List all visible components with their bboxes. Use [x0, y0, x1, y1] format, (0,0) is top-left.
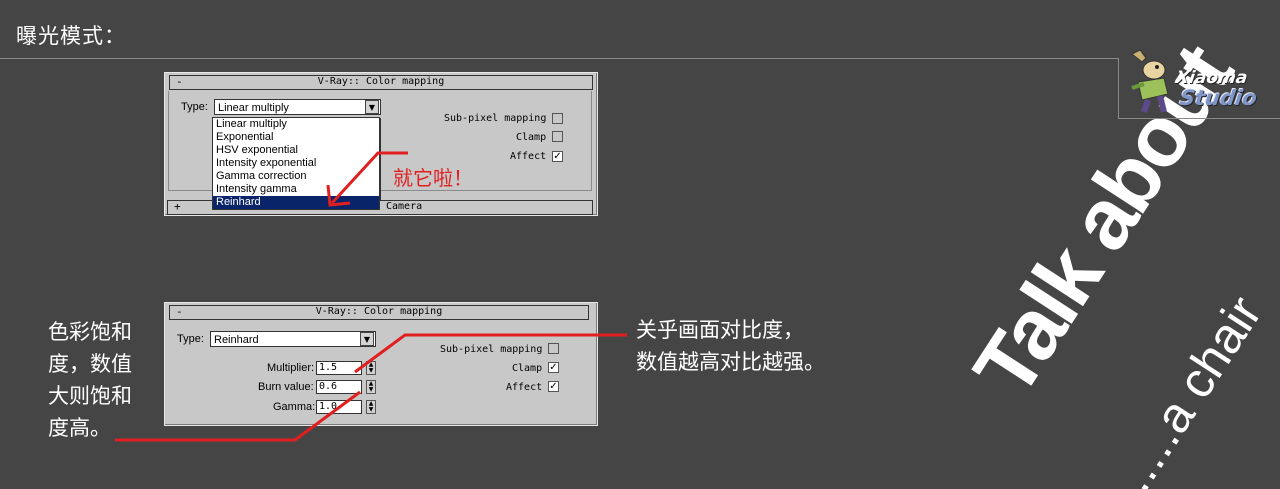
note-saturation-line: 大则饱和 [48, 384, 132, 408]
note-contrast-line: 数值越高对比越强。 [636, 350, 825, 374]
note-saturation-line: 度高。 [48, 416, 111, 440]
note-contrast: 关乎画面对比度， 数值越高对比越强。 [636, 314, 825, 378]
saturation-pointer-line [115, 390, 361, 442]
note-contrast-line: 关乎画面对比度， [636, 318, 804, 342]
note-saturation: 色彩饱和 度，数值 大则饱和 度高。 [48, 316, 132, 444]
annotation-lines [115, 333, 627, 442]
note-saturation-line: 色彩饱和 [48, 320, 132, 344]
note-saturation-line: 度，数值 [48, 352, 132, 376]
contrast-pointer-line [354, 333, 627, 374]
